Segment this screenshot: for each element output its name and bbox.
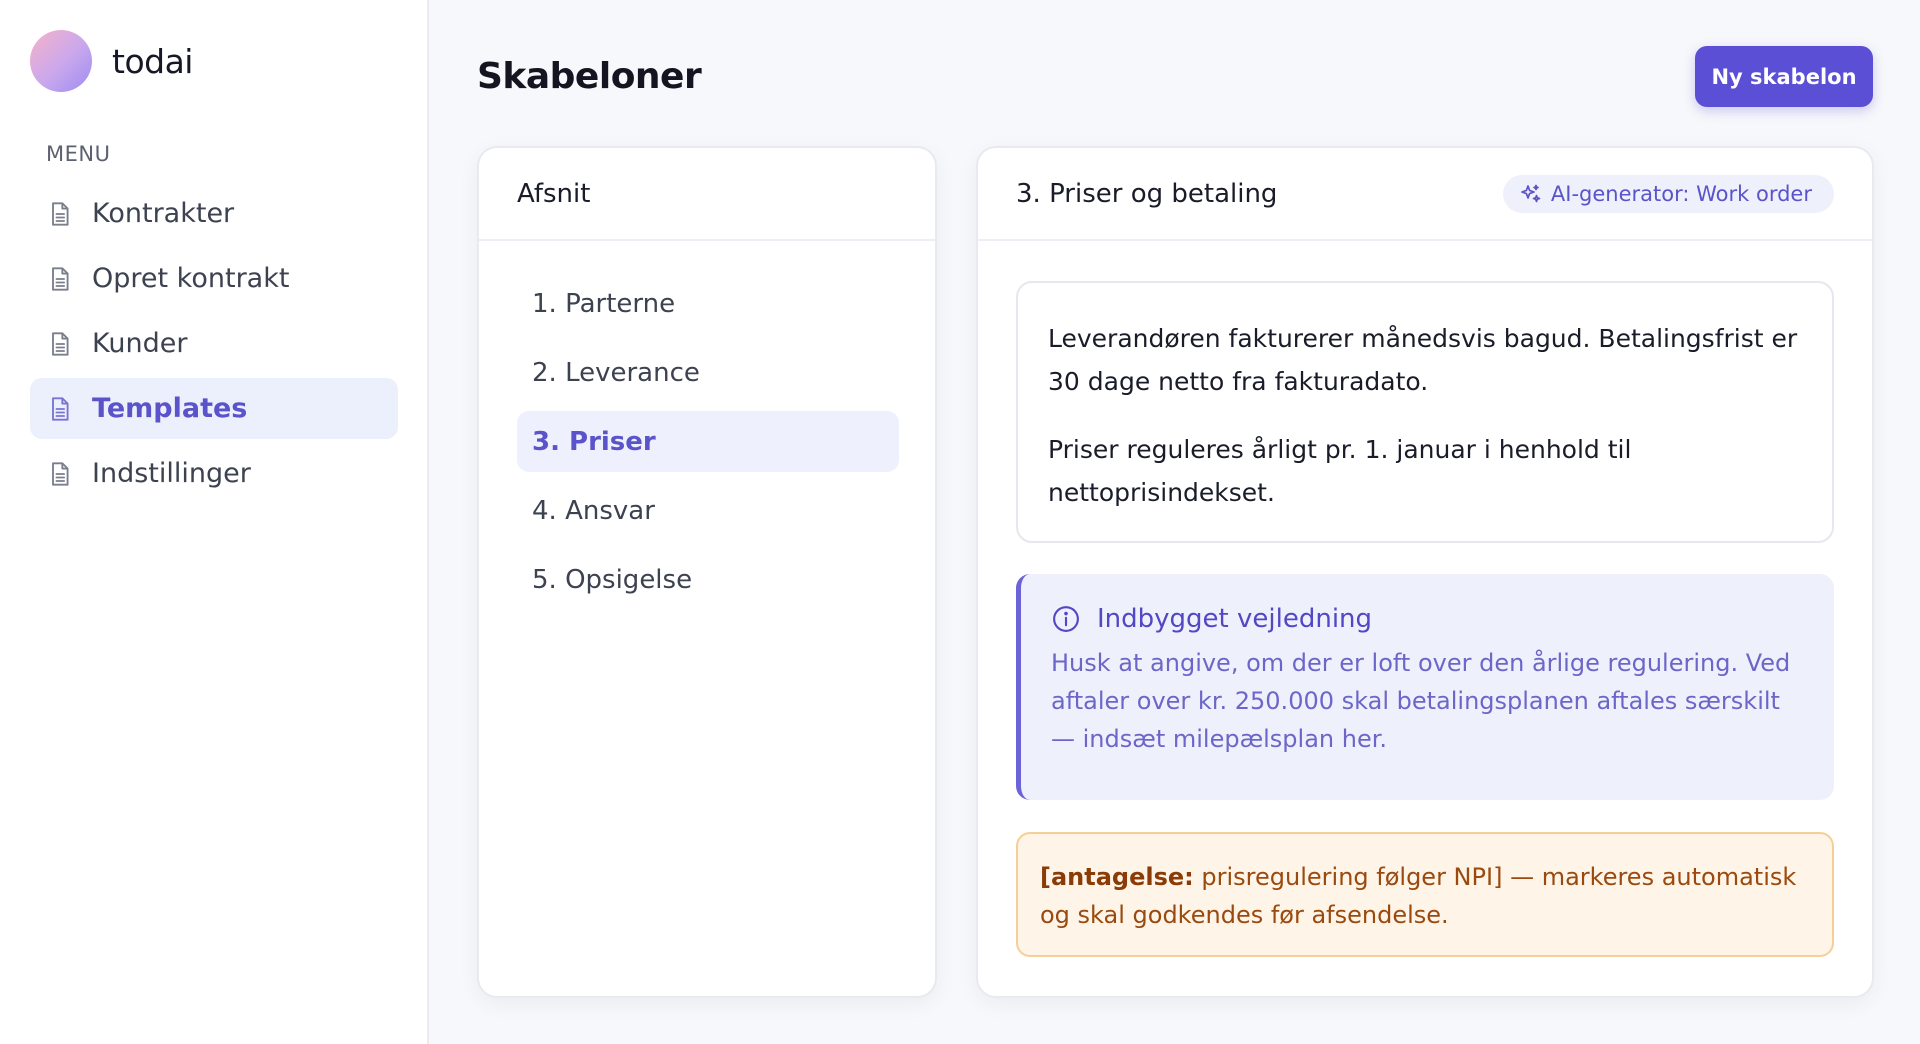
ai-generator-badge[interactable]: AI-generator: Work order [1502,174,1834,213]
sidebar-item-label: Kunder [92,328,188,359]
document-icon [46,395,74,423]
editor-header: 3. Priser og betaling AI-generator: Work… [978,148,1872,241]
section-list: 1. Parterne 2. Leverance 3. Priser 4. An… [517,273,899,618]
section-item-opsigelse[interactable]: 5. Opsigelse [517,549,899,610]
sidebar-item-label: Kontrakter [92,198,235,229]
sections-panel-title: Afsnit [479,148,935,241]
section-item-ansvar[interactable]: 4. Ansvar [517,480,899,541]
ai-badge-label: AI-generator: Work order [1550,181,1812,206]
sidebar-item-label: Opret kontrakt [92,263,290,294]
editor-title: 3. Priser og betaling [1016,178,1278,209]
sidebar-item-indstillinger[interactable]: Indstillinger [30,443,398,504]
editor-panel: 3. Priser og betaling AI-generator: Work… [976,146,1874,998]
new-template-button[interactable]: Ny skabelon [1695,46,1873,107]
sidebar-item-kunder[interactable]: Kunder [30,313,398,374]
logo-orb-icon [30,30,92,92]
sidebar-item-opret-kontrakt[interactable]: Opret kontrakt [30,248,398,309]
logo[interactable]: todai [30,30,193,92]
section-item-priser[interactable]: 3. Priser [517,411,899,472]
section-item-leverance[interactable]: 2. Leverance [517,342,899,403]
app-name: todai [112,41,193,81]
assumption-tag: [antagelse: [1040,863,1194,891]
clause-text-editor[interactable]: Leverandøren fakturerer månedsvis bagud.… [1016,281,1834,543]
guidance-title: Indbygget vejledning [1097,604,1373,634]
guidance-text: Husk at angive, om der er loft over den … [1051,649,1791,753]
clause-paragraph: Leverandøren fakturerer månedsvis bagud.… [1048,324,1798,396]
info-icon [1053,606,1079,632]
sidebar-nav: Kontrakter Opret kontrakt Kunder Templat… [30,183,398,508]
section-item-parterne[interactable]: 1. Parterne [517,273,899,334]
document-icon [46,460,74,488]
assumption-tag-text: prisregulering følger NPI] [1193,863,1503,891]
guidance-heading: Indbygget vejledning [1051,604,1804,634]
guidance-box: Indbygget vejledning Husk at angive, om … [1016,574,1834,800]
sidebar-item-templates[interactable]: Templates [30,378,398,439]
document-icon [46,265,74,293]
sections-panel: Afsnit 1. Parterne 2. Leverance 3. Prise… [477,146,937,998]
document-icon [46,330,74,358]
sidebar: todai MENU Kontrakter Opret kontrakt Kun… [0,0,429,1044]
page-title: Skabeloner [477,56,702,97]
sidebar-item-label: Indstillinger [92,458,251,489]
clause-paragraph: Priser reguleres årligt pr. 1. januar i … [1048,435,1632,507]
assumption-note[interactable]: [antagelse: prisregulering følger NPI] —… [1016,832,1834,957]
sidebar-item-kontrakter[interactable]: Kontrakter [30,183,398,244]
menu-label: MENU [46,142,111,166]
document-icon [46,200,74,228]
sparkle-icon [1521,184,1541,202]
sidebar-item-label: Templates [92,393,248,424]
